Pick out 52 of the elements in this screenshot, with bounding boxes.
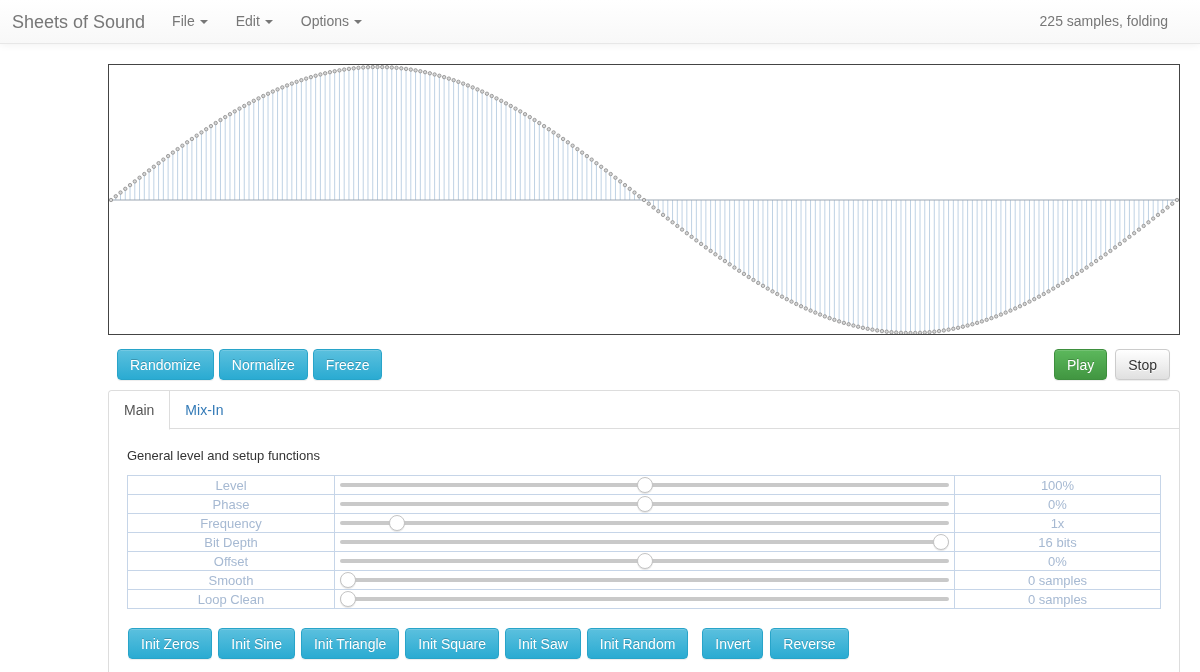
- slider-track[interactable]: [340, 591, 949, 607]
- transport-button[interactable]: Play: [1053, 349, 1108, 380]
- slider-track[interactable]: [340, 477, 949, 493]
- slider-thumb[interactable]: [636, 496, 653, 512]
- table-cell: Frequency: [127, 513, 335, 533]
- table-cell: 0 samples: [954, 570, 1161, 590]
- transform-button[interactable]: Reverse: [770, 628, 849, 659]
- slider-track[interactable]: [340, 534, 949, 550]
- caret-icon: [264, 19, 273, 24]
- slider-thumb[interactable]: [636, 477, 653, 493]
- table-cell: 100%: [954, 475, 1161, 495]
- table-cell: 16 bits: [954, 532, 1161, 552]
- slider-track[interactable]: [340, 496, 949, 512]
- slider-thumb[interactable]: [933, 534, 949, 550]
- menu-button[interactable]: Edit: [221, 0, 287, 44]
- slider-thumb[interactable]: [389, 515, 406, 531]
- table-cell: 1x: [954, 513, 1161, 533]
- init-button[interactable]: Init Saw: [505, 628, 581, 659]
- action-button[interactable]: Normalize: [218, 349, 308, 380]
- caret-icon: [354, 19, 363, 24]
- table-cell: Offset: [127, 551, 335, 571]
- slider-track[interactable]: [340, 572, 949, 588]
- tab[interactable]: Main: [109, 391, 171, 430]
- table-cell: Level: [127, 475, 335, 495]
- slider-thumb[interactable]: [340, 591, 356, 607]
- transform-button[interactable]: Invert: [702, 628, 764, 659]
- init-button[interactable]: Init Square: [405, 628, 500, 659]
- caret-icon: [199, 19, 208, 24]
- action-button[interactable]: Randomize: [117, 349, 214, 380]
- table-cell: 0%: [954, 551, 1161, 571]
- slider-track[interactable]: [340, 553, 949, 569]
- table-cell: Loop Clean: [127, 589, 335, 609]
- action-button[interactable]: Freeze: [312, 349, 383, 380]
- slider-track[interactable]: [340, 515, 949, 531]
- menu-button[interactable]: Options: [286, 0, 377, 44]
- init-button[interactable]: Init Triangle: [300, 628, 400, 659]
- init-button[interactable]: Init Zeros: [128, 628, 213, 659]
- menu-button[interactable]: File: [158, 0, 222, 44]
- slider-thumb[interactable]: [636, 553, 653, 569]
- section-title: General level and setup functions: [127, 447, 321, 465]
- init-button[interactable]: Init Random: [586, 628, 689, 659]
- table-cell: Phase: [127, 494, 335, 514]
- table-cell: Smooth: [127, 570, 335, 590]
- table-cell: 0%: [954, 494, 1161, 514]
- table-cell: Bit Depth: [127, 532, 335, 552]
- tab[interactable]: Mix-In: [170, 391, 239, 429]
- app-title: Sheets of Sound: [12, 11, 146, 32]
- slider-thumb[interactable]: [340, 572, 356, 588]
- init-button[interactable]: Init Sine: [218, 628, 295, 659]
- status-text: 225 samples, folding: [1039, 12, 1168, 31]
- table-cell: 0 samples: [954, 589, 1161, 609]
- transport-button[interactable]: Stop: [1115, 349, 1170, 380]
